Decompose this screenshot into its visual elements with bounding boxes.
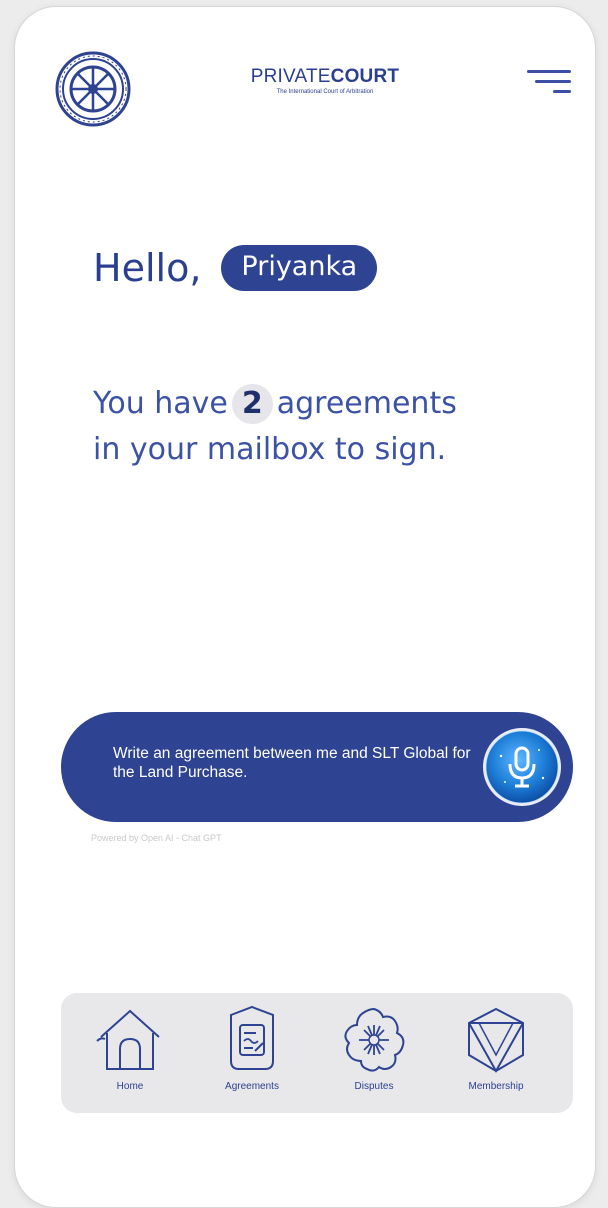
nav-agreements[interactable]: Agreements	[197, 1003, 307, 1107]
agreement-count-badge[interactable]: 2	[231, 384, 273, 424]
home-icon	[96, 1009, 160, 1070]
bottom-navigation: Home Agreements Disputes Membership	[61, 993, 573, 1113]
agreements-message: You have 2 agreements in your mailbox to s…	[93, 381, 533, 473]
hamburger-menu-icon[interactable]	[515, 67, 575, 103]
phone-screen: PRIVATECOURT The International Court of …	[14, 6, 596, 1208]
user-name-badge: Priyanka	[221, 245, 378, 291]
brand-name-bold: COURT	[330, 66, 400, 87]
ai-prompt-bar[interactable]: Write an agreement between me and SLT Gl…	[61, 712, 573, 822]
message-line2: in your mailbox to sign.	[93, 432, 447, 467]
prompt-text[interactable]: Write an agreement between me and SLT Gl…	[113, 744, 473, 782]
microphone-icon[interactable]	[481, 726, 563, 808]
brand-name: PRIVATECOURT	[225, 67, 425, 87]
nav-membership-label: Membership	[468, 1081, 524, 1092]
nav-agreements-label: Agreements	[225, 1081, 279, 1092]
nav-disputes[interactable]: Disputes	[319, 1003, 429, 1107]
agreement-document-icon	[230, 1005, 274, 1070]
brand-title: PRIVATECOURT The International Court of …	[225, 67, 425, 96]
brand-tagline: The International Court of Arbitration	[276, 89, 374, 95]
brand-name-regular: PRIVATE	[250, 66, 331, 87]
nav-membership[interactable]: Membership	[441, 1003, 551, 1107]
nav-disputes-label: Disputes	[354, 1081, 394, 1092]
membership-cube-icon	[468, 1007, 524, 1074]
nav-home-label: Home	[116, 1081, 144, 1092]
message-suffix: agreements	[276, 386, 457, 421]
greeting-hello: Hello,	[93, 246, 202, 290]
seal-wheel-icon[interactable]	[55, 51, 131, 127]
message-prefix: You have	[93, 386, 228, 421]
powered-by-label: Powered by Open AI - Chat GPT	[91, 833, 222, 843]
greeting: Hello, Priyanka	[93, 245, 378, 291]
dispute-burst-icon	[344, 1007, 405, 1072]
nav-home[interactable]: Home	[75, 1003, 185, 1107]
